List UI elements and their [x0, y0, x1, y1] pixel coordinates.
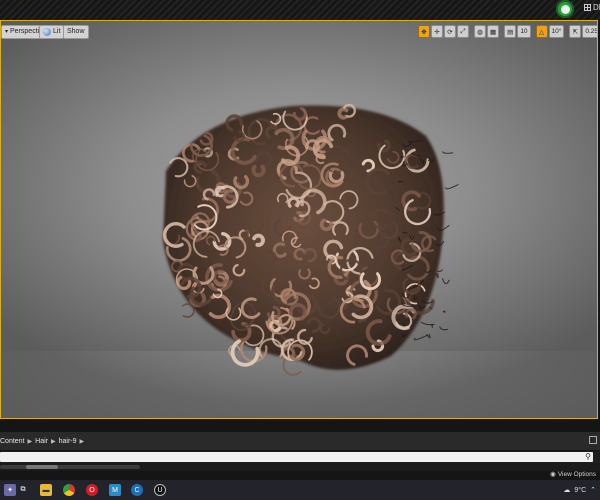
rotation-snap-icon[interactable]: △	[535, 25, 548, 38]
opera-icon[interactable]: O	[86, 484, 98, 496]
surface-snap-icon[interactable]: ▦	[487, 25, 500, 38]
breadcrumb: Content ▶ Hair ▶ hair-9 ▶	[0, 438, 84, 445]
show-label: Show	[67, 28, 85, 35]
view-options-button[interactable]: ◉ View Options	[550, 470, 596, 479]
scale-snap-value[interactable]: 0.25	[582, 25, 597, 38]
search-icon: ⚲	[585, 452, 591, 461]
layout-label: DD	[593, 3, 600, 12]
asset-search-input[interactable]: ⚲	[0, 452, 593, 462]
world-space-icon[interactable]: ◍	[474, 25, 486, 38]
translate-icon[interactable]: ✛	[431, 25, 443, 38]
curly-hair-render	[162, 103, 459, 376]
scale-snap-icon[interactable]: ⇱	[569, 25, 582, 38]
taskbar: ✦ ⧉ ▬ O M C U ☁ 9°C ⌃	[0, 480, 600, 500]
breadcrumb-content[interactable]: Content	[0, 438, 25, 445]
task-view-icon[interactable]: ⧉	[17, 484, 29, 496]
viewport-transform-toolbar: ✥ ✛ ⟳ ⤢ ◍ ▦ ▤ 10 △ 10° ⇱ 0.25 ▭ 2 ⊞	[418, 25, 597, 38]
asset-size-slider-row	[0, 463, 600, 471]
breadcrumb-hair[interactable]: Hair	[35, 438, 48, 445]
perspective-dropdown-icon: ▾	[5, 29, 9, 35]
lock-icon[interactable]	[589, 436, 597, 444]
breadcrumb-separator-icon[interactable]: ▶	[80, 438, 85, 445]
eye-icon: ◉	[550, 471, 556, 478]
file-explorer-icon[interactable]: ▬	[40, 484, 52, 496]
weather-icon[interactable]: ☁	[563, 486, 570, 494]
layout-selector[interactable]: DD	[584, 3, 600, 12]
rotate-icon[interactable]: ⟳	[444, 25, 456, 38]
start-icon[interactable]: ✦	[4, 484, 16, 496]
grid-snap-value[interactable]: 10	[517, 25, 531, 38]
scrollbar-track[interactable]	[0, 465, 140, 469]
system-tray: ☁ 9°C ⌃	[563, 480, 600, 500]
unreal-engine-icon[interactable]: U	[154, 484, 166, 496]
view-options-label: View Options	[557, 470, 596, 478]
engine-status-icon[interactable]	[556, 0, 574, 18]
tray-chevron-icon[interactable]: ⌃	[590, 486, 596, 494]
lit-sphere-icon	[43, 28, 51, 36]
lit-label: Lit	[53, 28, 61, 35]
grid-snap-icon[interactable]: ▤	[504, 25, 517, 38]
title-bar: DD	[0, 0, 600, 20]
lit-button[interactable]: Lit	[39, 25, 65, 39]
media-icon[interactable]: M	[109, 484, 121, 496]
layout-grid-icon	[584, 4, 591, 11]
breadcrumb-hair-9[interactable]: hair-9	[59, 438, 77, 445]
select-mode-icon[interactable]: ✥	[418, 25, 430, 38]
chrome-icon[interactable]	[63, 484, 75, 496]
rotation-snap-value[interactable]: 10°	[548, 25, 565, 38]
app-c-icon[interactable]: C	[131, 484, 143, 496]
breadcrumb-separator-icon[interactable]: ▶	[51, 438, 56, 445]
breadcrumb-separator-icon[interactable]: ▶	[28, 438, 33, 445]
level-viewport[interactable]: ▾ Perspective Lit Show ✥ ✛ ⟳ ⤢ ◍ ▦ ▤ 10 …	[0, 20, 598, 419]
show-button[interactable]: Show	[63, 25, 89, 39]
temperature[interactable]: 9°C	[574, 487, 586, 494]
content-browser-path-bar: Content ▶ Hair ▶ hair-9 ▶	[0, 432, 600, 450]
scrollbar-thumb[interactable]	[26, 465, 58, 469]
scale-icon[interactable]: ⤢	[457, 25, 469, 38]
search-row: ⚲	[0, 451, 600, 463]
